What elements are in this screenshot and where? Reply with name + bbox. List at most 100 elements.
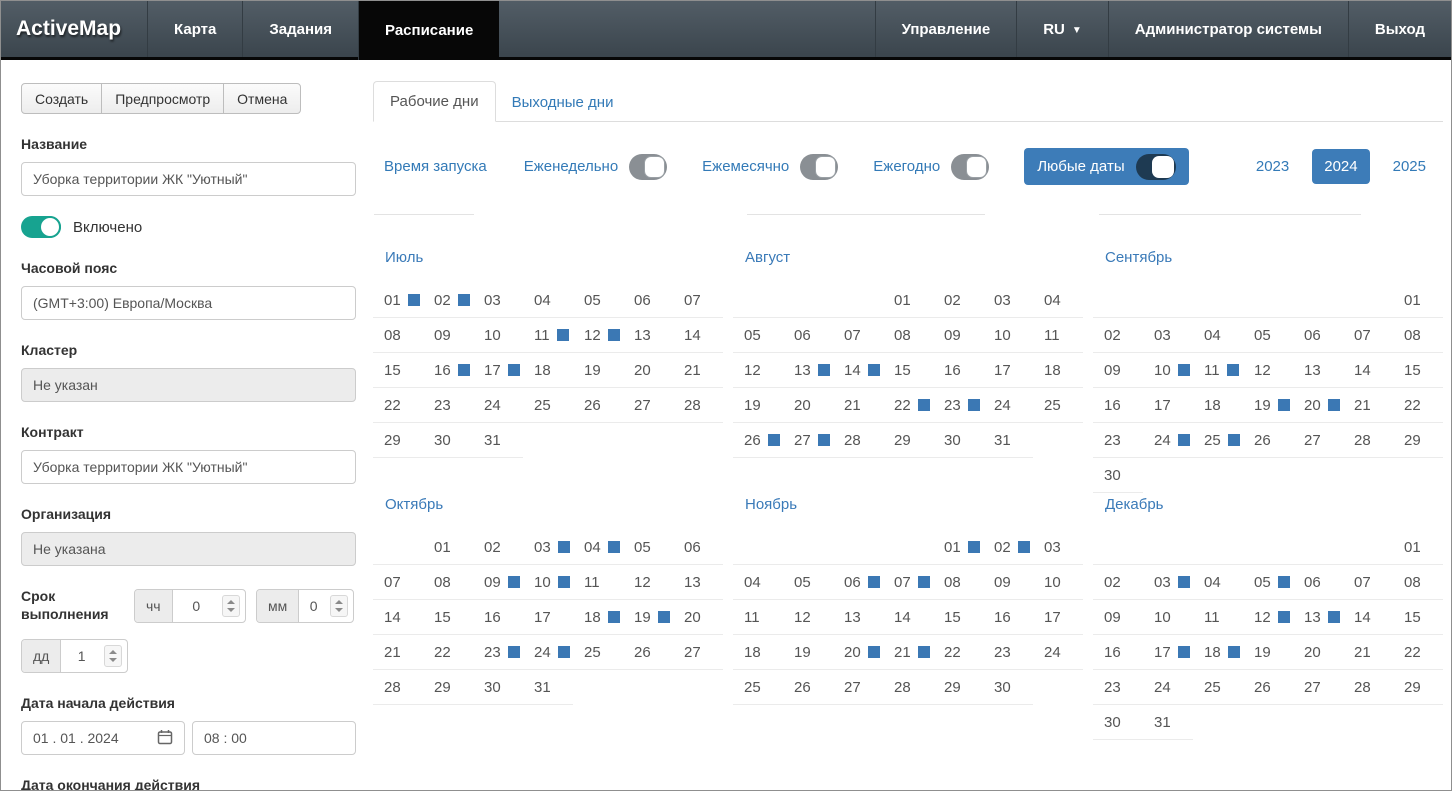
calendar-day[interactable]: 22 <box>373 388 423 422</box>
calendar-day[interactable]: 14 <box>373 600 423 634</box>
calendar-day[interactable]: 09 <box>1093 353 1143 387</box>
calendar-day[interactable]: 14 <box>883 600 933 634</box>
calendar-day[interactable]: 12 <box>1243 600 1293 634</box>
weekly-toggle[interactable] <box>629 154 667 180</box>
calendar-day[interactable]: 08 <box>373 318 423 352</box>
calendar-day[interactable]: 15 <box>373 353 423 387</box>
calendar-day[interactable]: 17 <box>523 600 573 634</box>
calendar-day[interactable]: 24 <box>1033 635 1083 669</box>
contract-input[interactable]: Уборка территории ЖК "Уютный" <box>21 450 356 484</box>
calendar-day[interactable]: 13 <box>623 318 673 352</box>
nav-item-tasks[interactable]: Задания <box>242 1 358 57</box>
calendar-day[interactable]: 26 <box>783 670 833 704</box>
calendar-day[interactable]: 06 <box>783 318 833 352</box>
calendar-day[interactable]: 26 <box>573 388 623 422</box>
calendar-day[interactable]: 26 <box>1243 670 1293 704</box>
calendar-day[interactable]: 05 <box>1243 565 1293 599</box>
calendar-day[interactable]: 27 <box>783 423 833 457</box>
stepper-arrows[interactable] <box>222 595 240 617</box>
calendar-day[interactable]: 11 <box>523 318 573 352</box>
calendar-day[interactable]: 19 <box>623 600 673 634</box>
calendar-day[interactable]: 16 <box>473 600 523 634</box>
run-time-link[interactable]: Время запуска <box>384 158 487 175</box>
cancel-button[interactable]: Отмена <box>223 83 301 114</box>
calendar-day[interactable]: 11 <box>1193 600 1243 634</box>
calendar-day[interactable]: 30 <box>473 670 523 704</box>
month-title[interactable]: Декабрь <box>1105 496 1163 513</box>
calendar-day[interactable]: 06 <box>673 530 723 564</box>
calendar-day[interactable]: 16 <box>933 353 983 387</box>
month-title[interactable]: Ноябрь <box>745 496 797 513</box>
calendar-day[interactable]: 26 <box>733 423 783 457</box>
timezone-input[interactable]: (GMT+3:00) Европа/Москва <box>21 286 356 320</box>
calendar-day[interactable]: 23 <box>1093 423 1143 457</box>
calendar-day[interactable]: 11 <box>1193 353 1243 387</box>
calendar-day[interactable]: 03 <box>473 283 523 317</box>
calendar-day[interactable]: 09 <box>423 318 473 352</box>
days-value[interactable]: 1 <box>61 640 102 672</box>
calendar-day[interactable]: 05 <box>1243 318 1293 352</box>
calendar-day[interactable]: 16 <box>1093 635 1143 669</box>
calendar-day[interactable]: 02 <box>933 283 983 317</box>
calendar-day[interactable]: 21 <box>883 635 933 669</box>
calendar-day[interactable]: 04 <box>1193 318 1243 352</box>
calendar-day[interactable]: 01 <box>883 283 933 317</box>
stepper-arrows[interactable] <box>104 645 122 667</box>
calendar-day[interactable]: 08 <box>933 565 983 599</box>
duration-days-stepper[interactable]: дд 1 <box>21 639 128 673</box>
calendar-day[interactable]: 31 <box>1143 705 1193 739</box>
weekly-toggle-group[interactable]: Еженедельно <box>524 154 667 180</box>
month-title[interactable]: Август <box>745 249 790 266</box>
calendar-day[interactable]: 06 <box>1293 318 1343 352</box>
minutes-value[interactable]: 0 <box>299 590 328 622</box>
calendar-day[interactable]: 22 <box>933 635 983 669</box>
calendar-day[interactable]: 12 <box>573 318 623 352</box>
calendar-day[interactable]: 06 <box>1293 565 1343 599</box>
calendar-day[interactable]: 10 <box>473 318 523 352</box>
yearly-toggle[interactable] <box>951 154 989 180</box>
calendar-day[interactable]: 17 <box>1143 388 1193 422</box>
calendar-day[interactable]: 21 <box>373 635 423 669</box>
calendar-day[interactable]: 07 <box>1343 565 1393 599</box>
language-dropdown[interactable]: RU ▼ <box>1016 1 1108 57</box>
calendar-day[interactable]: 23 <box>423 388 473 422</box>
calendar-day[interactable]: 18 <box>1033 353 1083 387</box>
calendar-day[interactable]: 05 <box>623 530 673 564</box>
calendar-day[interactable]: 13 <box>833 600 883 634</box>
calendar-day[interactable]: 18 <box>573 600 623 634</box>
calendar-day[interactable]: 23 <box>983 635 1033 669</box>
calendar-day[interactable]: 10 <box>1143 600 1193 634</box>
calendar-day[interactable]: 21 <box>833 388 883 422</box>
calendar-day[interactable]: 07 <box>1343 318 1393 352</box>
calendar-day[interactable]: 27 <box>673 635 723 669</box>
calendar-day[interactable]: 02 <box>983 530 1033 564</box>
calendar-day[interactable]: 01 <box>373 283 423 317</box>
step-up-icon[interactable] <box>109 650 117 654</box>
calendar-day[interactable]: 20 <box>673 600 723 634</box>
start-time-input[interactable]: 08 : 00 <box>192 721 356 755</box>
calendar-day[interactable]: 25 <box>573 635 623 669</box>
calendar-day[interactable]: 21 <box>673 353 723 387</box>
calendar-day[interactable]: 25 <box>733 670 783 704</box>
calendar-day[interactable]: 05 <box>573 283 623 317</box>
calendar-day[interactable]: 17 <box>1033 600 1083 634</box>
calendar-day[interactable]: 31 <box>473 423 523 457</box>
calendar-day[interactable]: 30 <box>423 423 473 457</box>
calendar-day[interactable]: 29 <box>933 670 983 704</box>
preview-button[interactable]: Предпросмотр <box>101 83 224 114</box>
calendar-day[interactable]: 15 <box>883 353 933 387</box>
calendar-day[interactable]: 14 <box>1343 353 1393 387</box>
calendar-day[interactable]: 02 <box>1093 565 1143 599</box>
calendar-day[interactable]: 07 <box>673 283 723 317</box>
create-button[interactable]: Создать <box>21 83 102 114</box>
calendar-day[interactable]: 17 <box>473 353 523 387</box>
calendar-day[interactable]: 12 <box>623 565 673 599</box>
calendar-day[interactable]: 18 <box>1193 635 1243 669</box>
month-title[interactable]: Октябрь <box>385 496 443 513</box>
calendar-day[interactable]: 17 <box>1143 635 1193 669</box>
calendar-day[interactable]: 20 <box>623 353 673 387</box>
step-up-icon[interactable] <box>335 600 343 604</box>
calendar-day[interactable]: 04 <box>1033 283 1083 317</box>
calendar-day[interactable]: 16 <box>983 600 1033 634</box>
calendar-day[interactable]: 20 <box>833 635 883 669</box>
